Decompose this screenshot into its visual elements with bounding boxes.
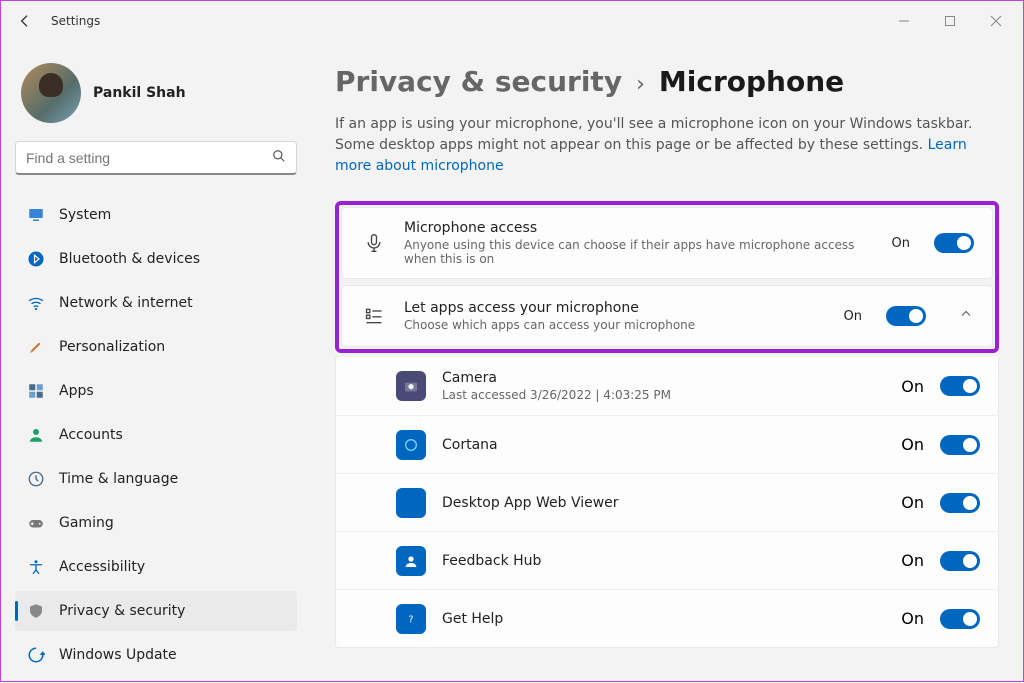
toggle-state-label: On <box>892 236 910 251</box>
app-row[interactable]: Feedback Hub On <box>336 531 998 589</box>
main-content: Privacy & security › Microphone If an ap… <box>311 41 1023 683</box>
app-toggle[interactable] <box>940 551 980 571</box>
sidebar-item-label: Accessibility <box>59 559 145 575</box>
sidebar-item-network[interactable]: Network & internet <box>15 283 297 323</box>
search-input[interactable] <box>26 150 272 166</box>
sidebar-item-label: Apps <box>59 383 94 399</box>
sidebar-item-label: Time & language <box>59 471 178 487</box>
sidebar-item-personalization[interactable]: Personalization <box>15 327 297 367</box>
brush-icon <box>27 338 45 356</box>
app-access-card[interactable]: Let apps access your microphone Choose w… <box>341 285 993 347</box>
accessibility-icon <box>27 558 45 576</box>
app-toggle[interactable] <box>940 493 980 513</box>
person-icon <box>27 426 45 444</box>
microphone-access-toggle[interactable] <box>934 233 974 253</box>
close-button[interactable] <box>973 1 1019 41</box>
sidebar-item-label: Accounts <box>59 427 123 443</box>
search-icon <box>272 149 286 167</box>
apps-icon <box>27 382 45 400</box>
app-name: Get Help <box>442 611 885 627</box>
toggle-state-label: On <box>901 609 924 628</box>
monitor-icon <box>27 206 45 224</box>
sidebar-item-accounts[interactable]: Accounts <box>15 415 297 455</box>
sidebar-item-privacy[interactable]: Privacy & security <box>15 591 297 631</box>
app-icon <box>396 488 426 518</box>
sidebar-item-time[interactable]: Time & language <box>15 459 297 499</box>
app-row[interactable]: Desktop App Web Viewer On <box>336 473 998 531</box>
app-icon: ? <box>396 604 426 634</box>
toggle-state-label: On <box>844 309 862 324</box>
sidebar-item-label: Bluetooth & devices <box>59 251 200 267</box>
nav-list: System Bluetooth & devices Network & inter… <box>15 195 297 675</box>
app-name: Feedback Hub <box>442 553 885 569</box>
setting-title: Microphone access <box>404 220 876 236</box>
app-name: Camera <box>442 370 885 386</box>
toggle-state-label: On <box>901 435 924 454</box>
sidebar-item-label: Privacy & security <box>59 603 185 619</box>
app-row[interactable]: Camera Last accessed 3/26/2022 | 4:03:25 … <box>336 357 998 415</box>
sidebar-item-apps[interactable]: Apps <box>15 371 297 411</box>
avatar <box>21 63 81 123</box>
app-subtitle: Last accessed 3/26/2022 | 4:03:25 PM <box>442 388 885 402</box>
list-icon <box>360 306 388 326</box>
bluetooth-icon <box>27 250 45 268</box>
shield-icon <box>27 602 45 620</box>
setting-subtitle: Choose which apps can access your microp… <box>404 318 828 332</box>
search-box[interactable] <box>15 141 297 175</box>
microphone-access-card[interactable]: Microphone access Anyone using this devi… <box>341 207 993 279</box>
window-title: Settings <box>51 14 100 28</box>
minimize-button[interactable] <box>881 1 927 41</box>
microphone-icon <box>360 231 388 255</box>
app-toggle[interactable] <box>940 435 980 455</box>
sidebar-item-label: System <box>59 207 111 223</box>
chevron-right-icon: › <box>636 72 645 97</box>
sidebar-item-label: Network & internet <box>59 295 193 311</box>
sidebar-item-label: Windows Update <box>59 647 177 663</box>
app-name: Cortana <box>442 437 885 453</box>
app-toggle[interactable] <box>940 376 980 396</box>
profile-block[interactable]: Pankil Shah <box>21 63 297 123</box>
svg-text:?: ? <box>409 614 414 625</box>
maximize-button[interactable] <box>927 1 973 41</box>
sidebar-item-gaming[interactable]: Gaming <box>15 503 297 543</box>
app-icon <box>396 546 426 576</box>
breadcrumb: Privacy & security › Microphone <box>335 65 999 98</box>
title-bar: Settings <box>1 1 1023 41</box>
toggle-state-label: On <box>901 377 924 396</box>
app-icon <box>396 371 426 401</box>
setting-subtitle: Anyone using this device can choose if t… <box>404 238 876 266</box>
wifi-icon <box>27 294 45 312</box>
sidebar-item-bluetooth[interactable]: Bluetooth & devices <box>15 239 297 279</box>
app-row[interactable]: ? Get Help On <box>336 589 998 647</box>
sidebar: Pankil Shah System Bluetooth & devices Net… <box>1 41 311 683</box>
profile-name: Pankil Shah <box>93 85 186 101</box>
gamepad-icon <box>27 514 45 532</box>
update-icon <box>27 646 45 664</box>
app-toggle[interactable] <box>940 609 980 629</box>
page-description: If an app is using your microphone, you'… <box>335 114 975 177</box>
toggle-state-label: On <box>901 551 924 570</box>
app-access-toggle[interactable] <box>886 306 926 326</box>
app-name: Desktop App Web Viewer <box>442 495 885 511</box>
sidebar-item-label: Gaming <box>59 515 114 531</box>
breadcrumb-current: Microphone <box>659 65 844 98</box>
highlighted-settings: Microphone access Anyone using this devi… <box>335 201 999 353</box>
toggle-state-label: On <box>901 493 924 512</box>
chevron-up-icon[interactable] <box>958 308 974 324</box>
breadcrumb-parent[interactable]: Privacy & security <box>335 65 622 98</box>
clock-icon <box>27 470 45 488</box>
sidebar-item-label: Personalization <box>59 339 165 355</box>
setting-title: Let apps access your microphone <box>404 300 828 316</box>
app-list: Camera Last accessed 3/26/2022 | 4:03:25 … <box>335 357 999 648</box>
sidebar-item-system[interactable]: System <box>15 195 297 235</box>
sidebar-item-update[interactable]: Windows Update <box>15 635 297 675</box>
app-icon <box>396 430 426 460</box>
sidebar-item-accessibility[interactable]: Accessibility <box>15 547 297 587</box>
app-row[interactable]: Cortana On <box>336 415 998 473</box>
back-button[interactable] <box>5 1 45 41</box>
